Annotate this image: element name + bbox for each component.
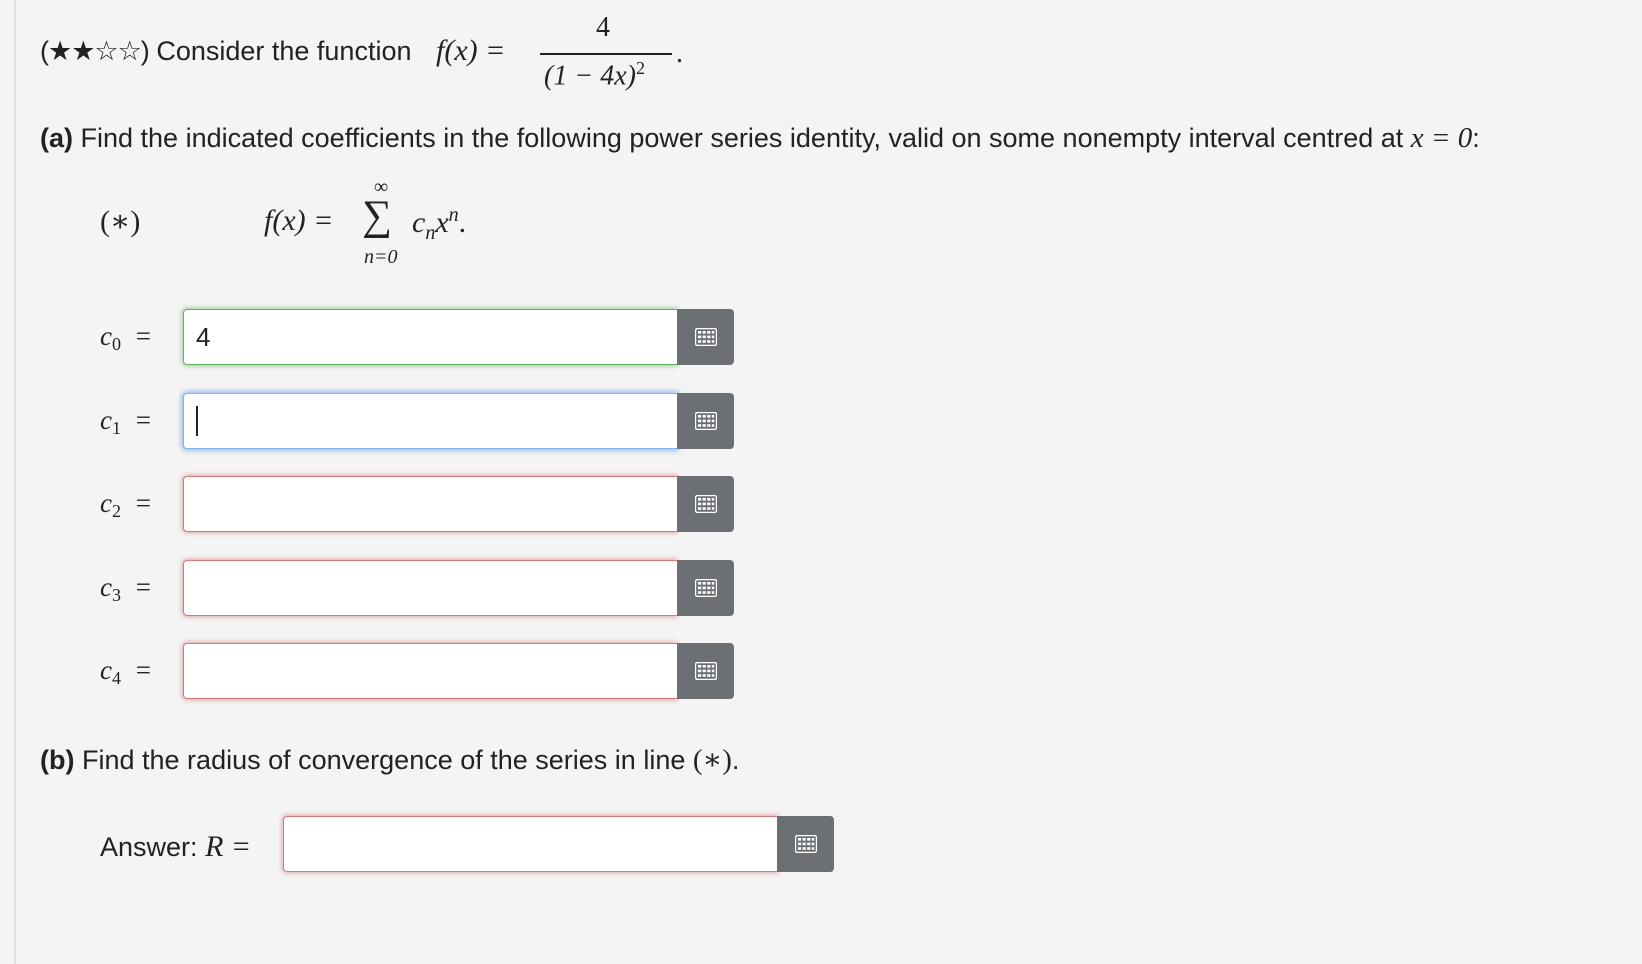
answer-variable: R =	[205, 830, 252, 863]
part-a-text: Find the indicated coefficients in the f…	[80, 123, 1404, 153]
grid-icon	[694, 411, 717, 430]
part-b-label: (b)	[40, 745, 75, 775]
left-border	[14, 0, 16, 964]
part-a-label: (a)	[40, 123, 73, 153]
part-a-condition: x = 0	[1410, 122, 1473, 154]
difficulty-stars: (★★☆☆)	[40, 36, 150, 66]
coefficient-input-c0[interactable]: 4	[183, 309, 677, 365]
identity-tag: (∗)	[100, 205, 141, 238]
palette-button-c0[interactable]	[677, 309, 734, 365]
series-term: cnxn.	[412, 204, 467, 244]
radius-palette-button[interactable]	[777, 816, 834, 872]
part-b-reference: (∗)	[692, 744, 732, 776]
answer-label: Answer: R =	[100, 830, 251, 864]
identity-lhs: f(x) =	[264, 204, 334, 237]
grid-icon	[794, 835, 817, 853]
radius-answer-input[interactable]	[283, 816, 777, 872]
coefficient-input-c1[interactable]	[183, 392, 677, 449]
part-b-text: Find the radius of convergence of the se…	[82, 745, 686, 775]
intro-text: Consider the function	[156, 36, 412, 66]
intro-period: .	[676, 38, 683, 69]
question-intro: (★★☆☆) Consider the function	[40, 36, 411, 67]
coefficient-label: c4 =	[100, 655, 151, 688]
palette-button-c3[interactable]	[677, 559, 734, 616]
coefficient-label: c2 =	[100, 488, 151, 521]
palette-button-c2[interactable]	[677, 476, 734, 532]
coefficient-label: c3 =	[100, 571, 151, 605]
palette-button-c1[interactable]	[677, 392, 734, 449]
palette-button-c4[interactable]	[677, 643, 734, 699]
function-lhs: f(x) =	[436, 34, 506, 67]
grid-icon	[694, 495, 717, 513]
sigma-symbol: ∑	[362, 193, 392, 239]
coefficient-label: c1 =	[100, 404, 151, 438]
coefficient-value: 4	[196, 322, 211, 352]
fraction-numerator: 4	[596, 12, 610, 43]
grid-icon	[694, 328, 717, 346]
part-b-prompt: (b) Find the radius of convergence of th…	[40, 742, 739, 777]
coefficient-label: c0 =	[100, 321, 151, 354]
part-b-period: .	[731, 745, 740, 775]
part-a-colon: :	[1472, 123, 1480, 153]
answer-label-text: Answer:	[100, 832, 198, 862]
fraction-denominator: (1 − 4x)2	[544, 58, 645, 92]
text-caret	[196, 405, 198, 436]
sum-lower-limit: n=0	[364, 246, 398, 268]
part-a-prompt: (a) Find the indicated coefficients in t…	[40, 122, 1480, 155]
fraction-bar	[540, 53, 672, 55]
coefficient-input-c4[interactable]	[183, 643, 677, 699]
grid-icon	[694, 578, 717, 597]
coefficient-input-c2[interactable]	[183, 476, 677, 532]
coefficient-input-c3[interactable]	[183, 559, 677, 616]
grid-icon	[694, 662, 717, 680]
